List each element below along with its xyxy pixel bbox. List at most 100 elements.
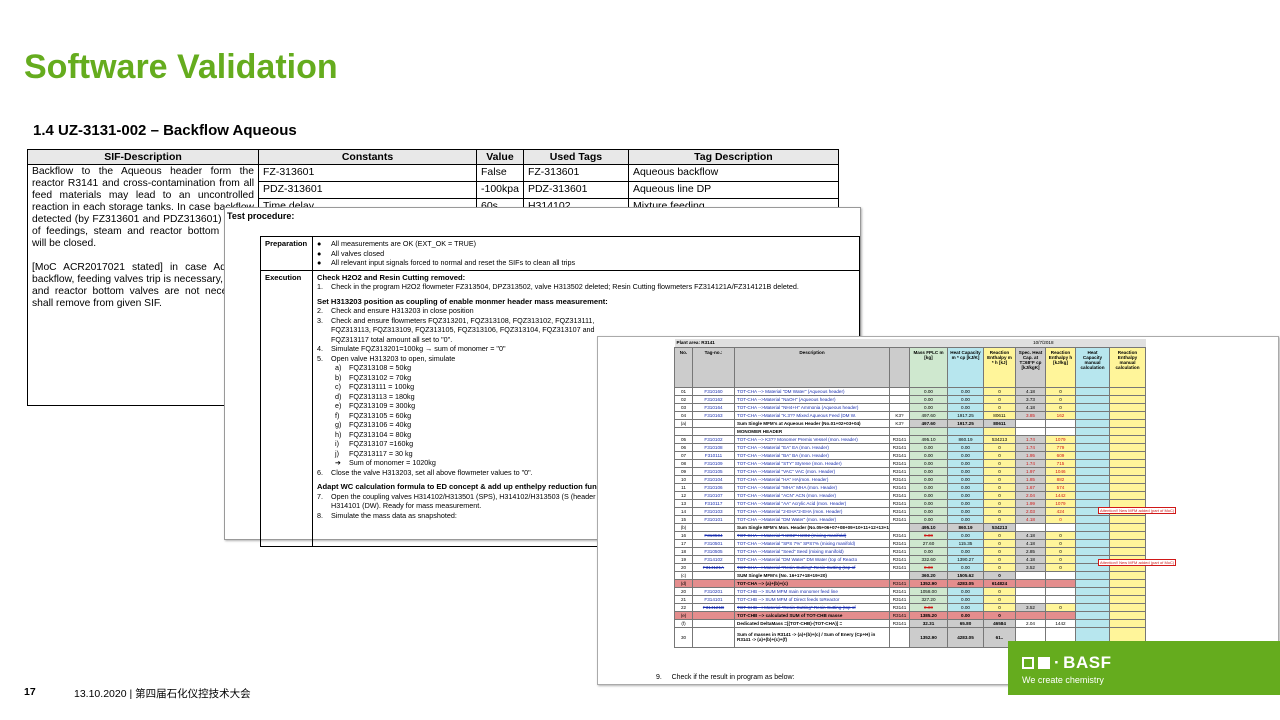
table-cell: 0.00	[909, 506, 948, 516]
table-cell: 1079	[1045, 498, 1076, 508]
table-cell: TOT-CHA -->Material "AA" Acrylic Acid (m…	[734, 498, 890, 508]
page-number: 17	[24, 686, 36, 698]
manual-enthalpy-cell	[1109, 474, 1146, 484]
table-cell: 2.04	[1015, 490, 1046, 500]
table-cell: TOT-CHA --> (a)+(b)+(c)	[734, 578, 890, 588]
manual-enthalpy-cell	[1109, 442, 1146, 452]
table-cell: 27.60	[909, 538, 948, 548]
table-row: (e) TOT-CHB --> calculated SUM of TOT-CHB…	[674, 610, 1146, 620]
table-cell	[983, 426, 1016, 436]
table-cell: 21	[674, 594, 693, 604]
table-cell: 0	[983, 394, 1016, 404]
table-cell	[692, 626, 735, 648]
table-cell: TOT-CHB --> calculated SUM of TOT-CHB ma…	[734, 610, 890, 620]
table-cell: 0.00	[947, 506, 984, 516]
header-constants: Constants	[258, 149, 477, 165]
table-cell	[1015, 426, 1046, 436]
table-cell: F314121A	[692, 562, 735, 572]
table-cell: 0	[1045, 562, 1076, 572]
table-cell: 497.60	[909, 410, 948, 420]
table-cell: 0	[983, 498, 1016, 508]
table-cell: F310201	[692, 586, 735, 596]
manual-heat-cell	[1075, 530, 1110, 540]
table-cell: 0	[983, 602, 1016, 612]
table-cell: F310109	[692, 458, 735, 468]
table-cell: 0.00	[909, 474, 948, 484]
table-cell: 1.85	[1015, 474, 1046, 484]
table-cell: 0.00	[947, 562, 984, 572]
table-cell: F310105	[692, 466, 735, 476]
manual-heat-cell	[1075, 498, 1110, 508]
table-cell: 115.35	[947, 538, 984, 548]
basf-brand-box: · BASF We create chemistry	[1008, 641, 1280, 695]
table-cell: 0	[983, 562, 1016, 572]
manual-heat-cell	[1075, 610, 1110, 620]
table-cell: R3141	[889, 578, 910, 588]
table-cell	[1015, 578, 1046, 588]
table-cell: 0	[983, 586, 1016, 596]
table-cell: R3141	[889, 482, 910, 492]
table-cell: 609	[1045, 450, 1076, 460]
table-cell: F314121B	[692, 602, 735, 612]
table-cell	[1045, 610, 1076, 620]
manual-heat-cell	[1075, 538, 1110, 548]
table-cell: R3141	[889, 546, 910, 556]
manual-enthalpy-cell	[1109, 538, 1146, 548]
table-cell	[674, 426, 693, 436]
table-cell: TOT-CHA -->Material "MHA" MHA (mon. Head…	[734, 482, 890, 492]
table-cell: TOT-CHA -->Material "Seed" Seed (mixing …	[734, 546, 890, 556]
table-cell: 1.74	[1015, 434, 1046, 444]
table-cell: F310117	[692, 498, 735, 508]
table-cell	[692, 418, 735, 428]
section-heading: 1.4 UZ-3131-002 – Backflow Aqueous	[33, 122, 297, 139]
table-cell: 0.00	[909, 466, 948, 476]
table-row: 14 F310103 TOT-CHA -->Material "2-EHA"2-EH…	[674, 506, 1146, 516]
table-cell: (f)	[674, 618, 693, 628]
table-cell: (d)	[674, 578, 693, 588]
table-row: 07 F310111 TOT-CHA -->Material "BA" BA (mo…	[674, 450, 1146, 460]
calc-header-cell: Spec. Heat Cap. at T=68°F cp [kJ/kgK]	[1015, 346, 1046, 388]
table-cell: K3?	[889, 418, 910, 428]
table-cell: 0	[983, 554, 1016, 564]
manual-heat-cell	[1075, 418, 1110, 428]
table-cell: 0.00	[909, 394, 948, 404]
manual-enthalpy-cell	[1109, 410, 1146, 420]
table-cell: R3141	[889, 506, 910, 516]
table-cell: 03	[674, 402, 693, 412]
table-cell: 779	[1045, 442, 1076, 452]
manual-enthalpy-cell	[1109, 434, 1146, 444]
table-cell: 495.10	[909, 434, 948, 444]
manual-enthalpy-cell	[1109, 386, 1146, 396]
table-cell: 4283.05	[947, 626, 984, 648]
table-cell: 0	[1045, 394, 1076, 404]
table-cell: 0.00	[909, 530, 948, 540]
table-cell: 1442	[1045, 618, 1076, 628]
table-row: 08 F310109 TOT-CHA -->Material "STY" Styre…	[674, 458, 1146, 468]
table-row: (d) TOT-CHA --> (a)+(b)+(c) R3141 1352.90 42…	[674, 578, 1146, 588]
table-cell: R3141	[889, 594, 910, 604]
table-row: 11 F310106 TOT-CHA -->Material "MHA" MHA (…	[674, 482, 1146, 492]
manual-heat-cell	[1075, 386, 1110, 396]
calc-header-cell: No.	[674, 346, 693, 388]
table-cell	[909, 426, 948, 436]
table-cell: 46584	[983, 618, 1016, 628]
table-cell: 0	[983, 538, 1016, 548]
table-cell: 15	[674, 514, 693, 524]
table-cell: Sum Single MFM's at Aqueous Header (No.0…	[734, 418, 890, 428]
table-cell: 0	[1045, 530, 1076, 540]
manual-enthalpy-cell	[1109, 514, 1146, 524]
manual-heat-cell	[1075, 618, 1110, 628]
table-cell: F310107	[692, 490, 735, 500]
table-cell: 2.04	[1015, 618, 1046, 628]
table-cell: 1079	[1045, 434, 1076, 444]
table-cell	[692, 426, 735, 436]
table-cell	[1045, 426, 1076, 436]
table-cell: TOT-CHA -->Material "DM Water" (mon. Hea…	[734, 514, 890, 524]
table-cell	[692, 578, 735, 588]
manual-heat-cell	[1075, 434, 1110, 444]
calc-header-cell: Reaction Enthalpy manual calculation	[1109, 346, 1146, 388]
table-cell: 08	[674, 458, 693, 468]
table-cell: TOT-CHA -->Material "K.3?? Mixed Aqueous…	[734, 410, 890, 420]
table-cell: 860.19	[947, 522, 984, 532]
manual-heat-cell	[1075, 410, 1110, 420]
